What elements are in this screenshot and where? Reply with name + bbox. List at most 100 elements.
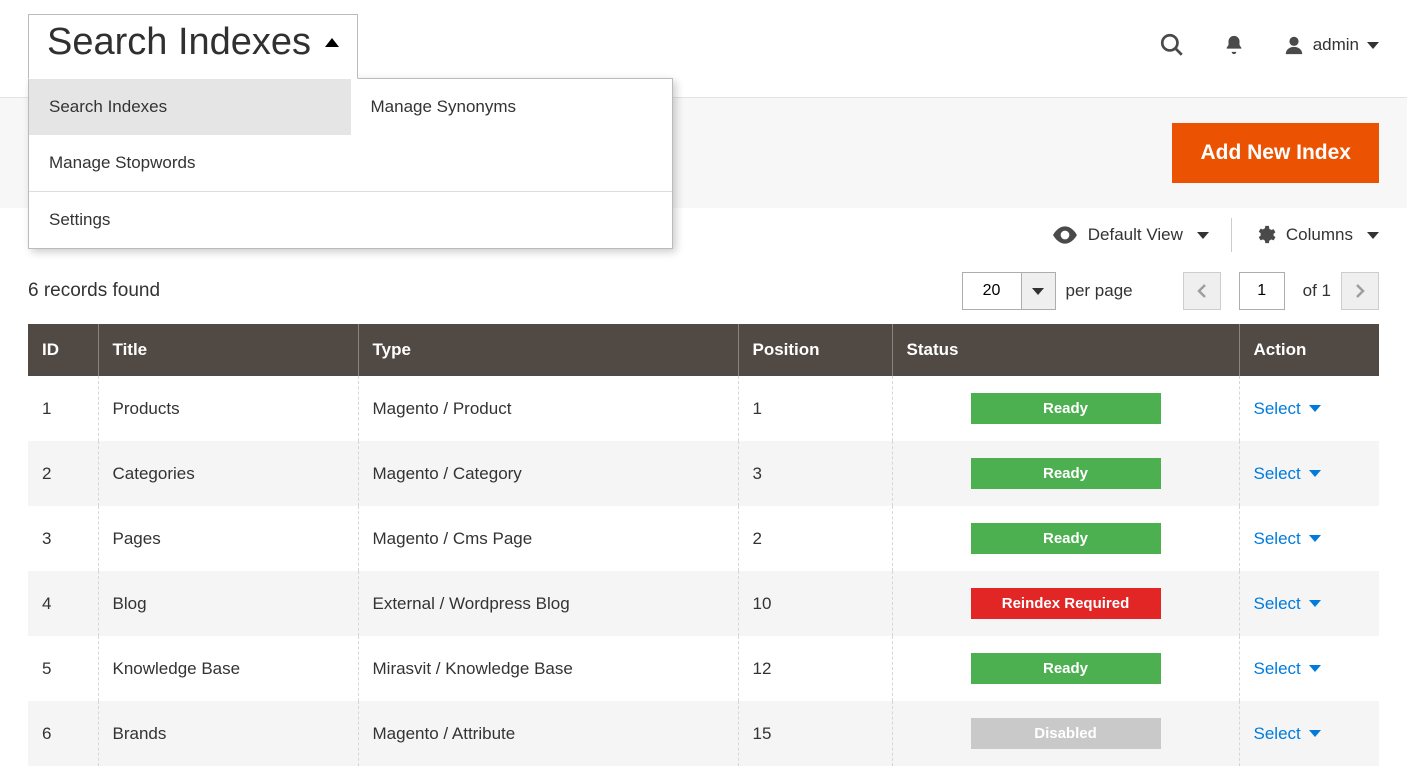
action-select[interactable]: Select bbox=[1254, 529, 1366, 549]
cell-id: 1 bbox=[28, 376, 98, 441]
cell-action: Select bbox=[1239, 441, 1379, 506]
cell-status: Ready bbox=[892, 506, 1239, 571]
cell-action: Select bbox=[1239, 376, 1379, 441]
cell-title: Blog bbox=[98, 571, 358, 636]
view-label: Default View bbox=[1088, 225, 1183, 245]
bell-icon[interactable] bbox=[1223, 34, 1245, 56]
columns-selector[interactable]: Columns bbox=[1254, 224, 1379, 246]
title-dropdown-menu: Search IndexesManage SynonymsManage Stop… bbox=[28, 78, 673, 249]
chevron-right-icon bbox=[1354, 283, 1366, 299]
table-row: 6BrandsMagento / Attribute15 Disabled Sele… bbox=[28, 701, 1379, 766]
per-page-label: per page bbox=[1066, 281, 1133, 301]
cell-action: Select bbox=[1239, 701, 1379, 766]
chevron-down-icon bbox=[1309, 470, 1321, 477]
cell-position: 1 bbox=[738, 376, 892, 441]
th-status[interactable]: Status bbox=[892, 324, 1239, 376]
cell-status: Reindex Required bbox=[892, 571, 1239, 636]
chevron-down-icon bbox=[1309, 665, 1321, 672]
chevron-down-icon bbox=[1367, 42, 1379, 49]
admin-username: admin bbox=[1313, 35, 1359, 55]
status-badge: Ready bbox=[971, 653, 1161, 684]
cell-id: 5 bbox=[28, 636, 98, 701]
add-new-index-button[interactable]: Add New Index bbox=[1172, 123, 1379, 183]
page-size-dropdown-button[interactable] bbox=[1022, 272, 1056, 310]
action-select[interactable]: Select bbox=[1254, 724, 1366, 744]
chevron-down-icon bbox=[1197, 232, 1209, 239]
table-row: 3PagesMagento / Cms Page2 Ready Select bbox=[28, 506, 1379, 571]
page-title-dropdown-toggle[interactable]: Search Indexes bbox=[28, 14, 358, 79]
cell-id: 6 bbox=[28, 701, 98, 766]
status-badge: Disabled bbox=[971, 718, 1161, 749]
cell-title: Categories bbox=[98, 441, 358, 506]
cell-position: 15 bbox=[738, 701, 892, 766]
cell-title: Brands bbox=[98, 701, 358, 766]
th-action[interactable]: Action bbox=[1239, 324, 1379, 376]
dropdown-item-1[interactable]: Manage Synonyms bbox=[351, 79, 673, 135]
status-badge: Ready bbox=[971, 458, 1161, 489]
cell-position: 10 bbox=[738, 571, 892, 636]
cell-status: Ready bbox=[892, 636, 1239, 701]
page-title: Search Indexes bbox=[47, 21, 311, 64]
prev-page-button[interactable] bbox=[1183, 272, 1221, 310]
chevron-down-icon bbox=[1367, 232, 1379, 239]
cell-type: External / Wordpress Blog bbox=[358, 571, 738, 636]
chevron-down-icon bbox=[1309, 730, 1321, 737]
records-count: 6 records found bbox=[28, 280, 160, 302]
dropdown-item-2[interactable]: Manage Stopwords bbox=[29, 135, 351, 191]
th-position[interactable]: Position bbox=[738, 324, 892, 376]
status-badge: Ready bbox=[971, 523, 1161, 554]
cell-position: 2 bbox=[738, 506, 892, 571]
chevron-up-icon bbox=[325, 38, 339, 47]
th-id[interactable]: ID bbox=[28, 324, 98, 376]
cell-id: 3 bbox=[28, 506, 98, 571]
cell-action: Select bbox=[1239, 571, 1379, 636]
cell-type: Mirasvit / Knowledge Base bbox=[358, 636, 738, 701]
cell-title: Knowledge Base bbox=[98, 636, 358, 701]
table-row: 2CategoriesMagento / Category3 Ready Selec… bbox=[28, 441, 1379, 506]
search-icon[interactable] bbox=[1159, 32, 1185, 58]
chevron-down-icon bbox=[1309, 600, 1321, 607]
th-type[interactable]: Type bbox=[358, 324, 738, 376]
th-title[interactable]: Title bbox=[98, 324, 358, 376]
cell-type: Magento / Cms Page bbox=[358, 506, 738, 571]
cell-title: Pages bbox=[98, 506, 358, 571]
cell-type: Magento / Attribute bbox=[358, 701, 738, 766]
cell-id: 2 bbox=[28, 441, 98, 506]
toolbar-divider bbox=[1231, 218, 1232, 252]
table-row: 5Knowledge BaseMirasvit / Knowledge Base… bbox=[28, 636, 1379, 701]
status-badge: Ready bbox=[971, 393, 1161, 424]
table-row: 1ProductsMagento / Product1ReadySelect bbox=[28, 376, 1379, 441]
admin-account-menu[interactable]: admin bbox=[1283, 34, 1379, 56]
chevron-down-icon bbox=[1309, 405, 1321, 412]
current-page-input[interactable] bbox=[1239, 272, 1285, 310]
view-selector[interactable]: Default View bbox=[1052, 225, 1209, 245]
total-pages-label: of 1 bbox=[1303, 281, 1331, 301]
dropdown-item-0[interactable]: Search Indexes bbox=[29, 79, 351, 135]
cell-action: Select bbox=[1239, 636, 1379, 701]
cell-position: 12 bbox=[738, 636, 892, 701]
action-select[interactable]: Select bbox=[1254, 594, 1366, 614]
eye-icon bbox=[1052, 226, 1078, 244]
columns-label: Columns bbox=[1286, 225, 1353, 245]
cell-position: 3 bbox=[738, 441, 892, 506]
cell-status: Ready bbox=[892, 376, 1239, 441]
next-page-button[interactable] bbox=[1341, 272, 1379, 310]
action-select[interactable]: Select bbox=[1254, 659, 1366, 679]
cell-type: Magento / Category bbox=[358, 441, 738, 506]
cell-status: Disabled bbox=[892, 701, 1239, 766]
cell-id: 4 bbox=[28, 571, 98, 636]
cell-type: Magento / Product bbox=[358, 376, 738, 441]
cell-action: Select bbox=[1239, 506, 1379, 571]
chevron-down-icon bbox=[1032, 288, 1044, 295]
page-size-input[interactable] bbox=[962, 272, 1022, 310]
action-select[interactable]: Select bbox=[1254, 399, 1366, 419]
indexes-table: ID Title Type Position Status Action 1Pr… bbox=[28, 324, 1379, 766]
cell-status: Ready bbox=[892, 441, 1239, 506]
status-badge: Reindex Required bbox=[971, 588, 1161, 619]
table-row: 4BlogExternal / Wordpress Blog10 Reindex … bbox=[28, 571, 1379, 636]
dropdown-item-settings[interactable]: Settings bbox=[29, 192, 351, 248]
chevron-down-icon bbox=[1309, 535, 1321, 542]
cell-title: Products bbox=[98, 376, 358, 441]
user-icon bbox=[1283, 34, 1305, 56]
action-select[interactable]: Select bbox=[1254, 464, 1366, 484]
